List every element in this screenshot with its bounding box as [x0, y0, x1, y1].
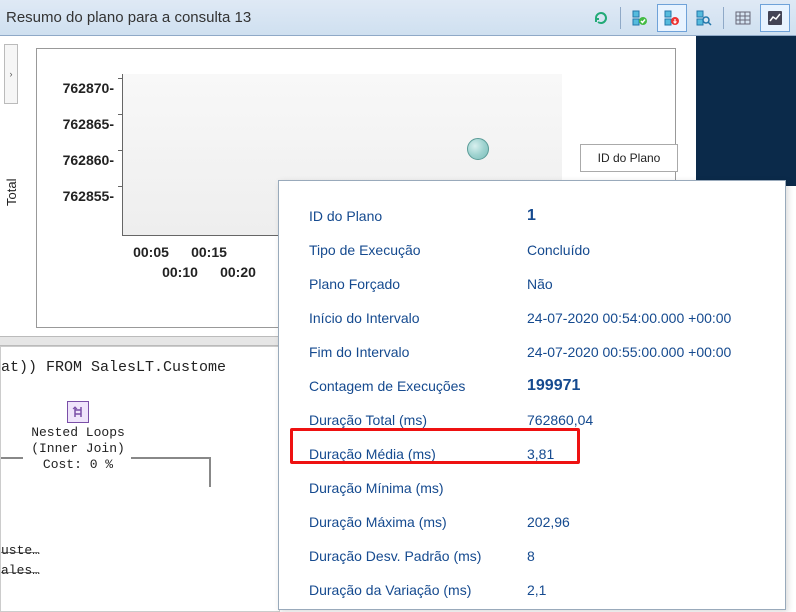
tooltip-value: 1: [527, 207, 771, 225]
y-axis-label: Total: [4, 179, 19, 206]
x-tick: 00:15: [180, 244, 238, 260]
splitter[interactable]: [0, 336, 280, 346]
grid-search-icon: [696, 10, 712, 26]
tooltip-value: 2,1: [527, 582, 771, 598]
track-query-button[interactable]: [625, 4, 655, 32]
y-tick: 762855-: [44, 178, 114, 214]
toolbar: [586, 4, 790, 32]
grid-down-icon: [664, 10, 680, 26]
tooltip-label: Plano Forçado: [309, 276, 527, 292]
tooltip-label: Duração Total (ms): [309, 412, 527, 428]
tooltip-label: Duração Máxima (ms): [309, 514, 527, 530]
sql-fragment: at)) FROM SalesLT.Custome: [1, 359, 226, 376]
tooltip-row: ID do Plano1: [309, 199, 771, 233]
grid-view-button[interactable]: [728, 4, 758, 32]
plan-node-subtitle: (Inner Join): [23, 441, 133, 457]
tooltip-row: Duração Mínima (ms): [309, 471, 771, 505]
tooltip-value: 199971: [527, 377, 771, 395]
tooltip-value: Concluído: [527, 242, 771, 258]
y-tick: 762865-: [44, 106, 114, 142]
tooltip-label: Início do Intervalo: [309, 310, 527, 326]
plan-node-nested-loops[interactable]: Nested Loops (Inner Join) Cost: 0 %: [23, 401, 133, 473]
compare-button[interactable]: [689, 4, 719, 32]
detail-view-button[interactable]: [657, 4, 687, 32]
table-icon: [735, 10, 751, 26]
tooltip-label: Duração Média (ms): [309, 446, 527, 462]
y-tick: 762860-: [44, 142, 114, 178]
plan-truncated-1: uste…: [1, 543, 40, 558]
legend: ID do Plano: [580, 144, 678, 172]
desktop-background: [696, 36, 796, 186]
plan-tooltip: ID do Plano1Tipo de ExecuçãoConcluídoPla…: [278, 180, 786, 610]
tooltip-row: Duração da Variação (ms)2,1: [309, 573, 771, 607]
x-tick: 00:10: [151, 264, 209, 280]
y-tick: 762870-: [44, 70, 114, 106]
chart-view-button[interactable]: [760, 4, 790, 32]
tooltip-value: Não: [527, 276, 771, 292]
nested-loops-icon: [67, 401, 89, 423]
x-tick: 00:20: [209, 264, 267, 280]
tooltip-label: Duração Desv. Padrão (ms): [309, 548, 527, 564]
tooltip-row: Contagem de Execuções199971: [309, 369, 771, 403]
tooltip-row: Início do Intervalo24-07-2020 00:54:00.0…: [309, 301, 771, 335]
summary-title: Resumo do plano para a consulta 13: [6, 9, 251, 26]
grid-check-icon: [632, 10, 648, 26]
collapse-panel-button[interactable]: ›: [4, 44, 18, 104]
y-axis-ticks: 762870- 762865- 762860- 762855-: [44, 70, 114, 214]
refresh-icon: [593, 10, 609, 26]
data-point-plan-1[interactable]: [467, 138, 489, 160]
tooltip-label: Duração da Variação (ms): [309, 582, 527, 598]
plan-node-cost: Cost: 0 %: [23, 457, 133, 473]
tooltip-value: 24-07-2020 00:55:00.000 +00:00: [527, 344, 771, 360]
tooltip-row: Duração Desv. Padrão (ms)8: [309, 539, 771, 573]
refresh-button[interactable]: [586, 4, 616, 32]
tooltip-value: 8: [527, 548, 771, 564]
x-tick: 00:05: [122, 244, 180, 260]
tooltip-label: Tipo de Execução: [309, 242, 527, 258]
tooltip-row: Duração Total (ms)762860,04: [309, 403, 771, 437]
tooltip-value: 762860,04: [527, 412, 771, 428]
plan-node-title: Nested Loops: [23, 425, 133, 441]
chart-icon: [767, 10, 783, 26]
tooltip-value: 3,81: [527, 446, 771, 462]
tooltip-label: Duração Mínima (ms): [309, 480, 527, 496]
tooltip-row: Tipo de ExecuçãoConcluído: [309, 233, 771, 267]
tooltip-row: Plano ForçadoNão: [309, 267, 771, 301]
tooltip-row: Duração Máxima (ms)202,96: [309, 505, 771, 539]
execution-plan-pane[interactable]: at)) FROM SalesLT.Custome Nested Loops (…: [0, 346, 280, 612]
plan-truncated-2: ales…: [1, 563, 40, 578]
tooltip-label: Contagem de Execuções: [309, 378, 527, 394]
summary-titlebar: Resumo do plano para a consulta 13: [0, 0, 796, 36]
tooltip-label: Fim do Intervalo: [309, 344, 527, 360]
tooltip-row: Fim do Intervalo24-07-2020 00:55:00.000 …: [309, 335, 771, 369]
tooltip-value: 202,96: [527, 514, 771, 530]
tooltip-row: Duração Média (ms)3,81: [309, 437, 771, 471]
tooltip-value: 24-07-2020 00:54:00.000 +00:00: [527, 310, 771, 326]
tooltip-label: ID do Plano: [309, 208, 527, 224]
